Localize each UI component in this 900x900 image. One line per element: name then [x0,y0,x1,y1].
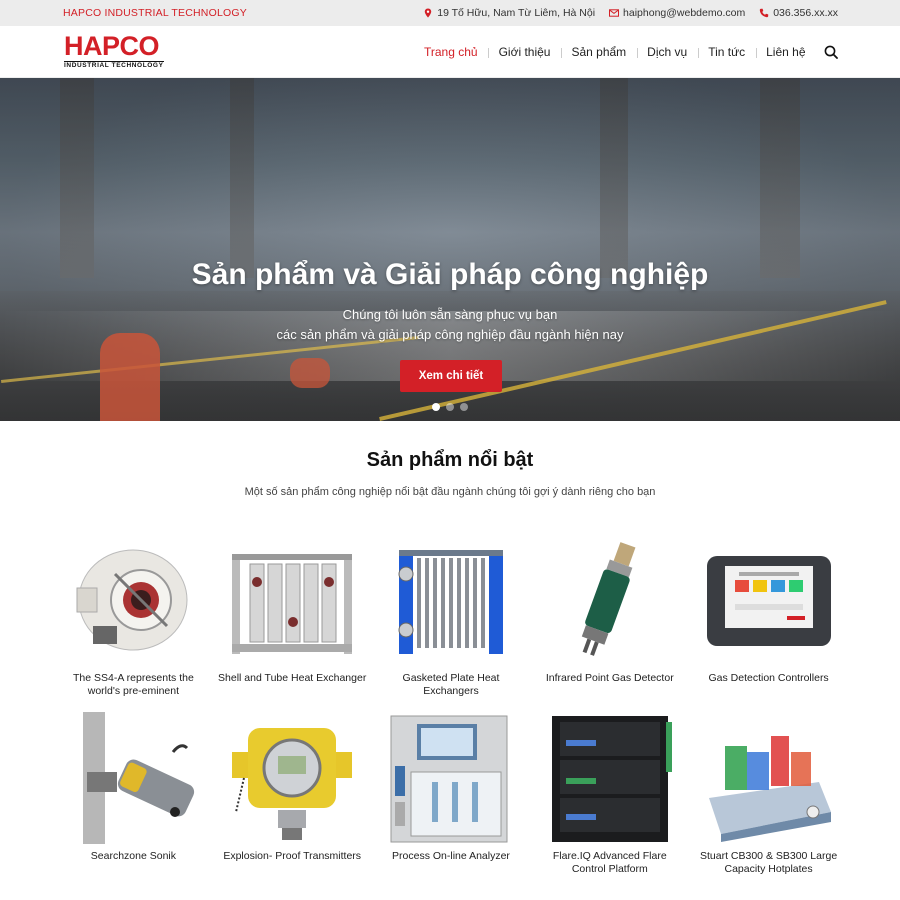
topbar-contacts: 19 Tố Hữu, Nam Từ Liêm, Hà Nội haiphong@… [423,7,838,19]
search-icon[interactable] [824,45,838,59]
product-name[interactable]: Gasketed Plate Heat Exchangers [376,672,526,712]
hero-cta-button[interactable]: Xem chi tiết [400,360,502,392]
hero-banner: Sản phẩm và Giải pháp công nghiệp Chúng … [0,78,900,421]
plate-heat-exchanger-icon [381,534,521,666]
hero-title: Sản phẩm và Giải pháp công nghiệp [191,258,709,291]
address-text: 19 Tố Hữu, Nam Từ Liêm, Hà Nội [437,7,596,19]
product-grid: The SS4-A represents the world's pre-emi… [54,534,848,890]
controller-panel-icon [699,534,839,666]
nav-item-products[interactable]: Sản phẩm [560,45,637,59]
product-name[interactable]: Gas Detection Controllers [694,672,844,712]
product-card[interactable]: Gas Detection Controllers [689,534,848,712]
product-card[interactable]: Process On-line Analyzer [372,712,531,890]
product-name[interactable]: The SS4-A represents the world's pre-emi… [58,672,208,712]
product-name[interactable]: Process On-line Analyzer [376,850,526,890]
gas-detector-icon [540,534,680,666]
main-nav: Trang chủ Giới thiệu Sản phẩm Dịch vụ Ti… [413,45,838,59]
logo-tagline: INDUSTRIAL TECHNOLOGY [64,61,164,70]
product-card[interactable]: The SS4-A represents the world's pre-emi… [54,534,213,712]
hero-subtitle-line2: các sản phẩm và giải pháp công nghiệp đầ… [276,327,624,342]
product-name[interactable]: Infrared Point Gas Detector [535,672,685,712]
nav-item-news[interactable]: Tin tức [697,45,756,59]
product-card[interactable]: Searchzone Sonik [54,712,213,890]
product-card[interactable]: Flare.IQ Advanced Flare Control Platform [530,712,689,890]
product-name[interactable]: Flare.IQ Advanced Flare Control Platform [535,850,685,890]
robot-arm [290,358,330,388]
product-card[interactable]: Shell and Tube Heat Exchanger [213,534,372,712]
email-text[interactable]: haiphong@webdemo.com [623,7,745,19]
topbar-address: 19 Tố Hữu, Nam Từ Liêm, Hà Nội [423,7,595,19]
topbar-email[interactable]: haiphong@webdemo.com [609,7,745,19]
products-section-subtitle: Một số sản phẩm công nghiệp nổi bật đầu … [244,486,656,498]
phone-icon [760,8,769,18]
factory-column [230,78,254,278]
site-logo[interactable]: HAPCO INDUSTRIAL TECHNOLOGY [64,33,164,70]
product-name[interactable]: Stuart CB300 & SB300 Large Capacity Hotp… [694,850,844,890]
transmitter-icon [222,712,362,844]
hero-subtitle-line1: Chúng tôi luôn sẵn sàng phục vụ bạn [342,307,558,322]
nav-item-about[interactable]: Giới thiệu [488,45,561,59]
product-card[interactable]: Infrared Point Gas Detector [530,534,689,712]
products-section-title: Sản phẩm nổi bật [366,449,534,471]
site-header: HAPCO INDUSTRIAL TECHNOLOGY Trang chủ Gi… [0,26,900,78]
robot-arm [100,333,160,421]
factory-column [760,78,800,278]
top-bar: HAPCO INDUSTRIAL TECHNOLOGY 19 Tố Hữu, N… [0,0,900,26]
server-rack-icon [540,712,680,844]
product-name[interactable]: Searchzone Sonik [58,850,208,890]
topbar-brand: HAPCO INDUSTRIAL TECHNOLOGY [63,7,247,19]
logo-wordmark: HAPCO [64,31,160,62]
nav-item-contact[interactable]: Liên hệ [755,45,816,59]
factory-column [600,78,628,278]
topbar-phone[interactable]: 036.356.xx.xx [759,7,838,19]
product-name[interactable]: Explosion- Proof Transmitters [217,850,367,890]
product-name[interactable]: Shell and Tube Heat Exchanger [217,672,367,712]
analyzer-cabinet-icon [381,712,521,844]
heat-exchanger-frame-icon [222,534,362,666]
flame-detector-icon [63,534,203,666]
map-pin-icon [425,8,432,18]
product-card[interactable]: Stuart CB300 & SB300 Large Capacity Hotp… [689,712,848,890]
mail-icon [609,9,620,17]
hotplate-icon [699,712,839,844]
sonic-detector-icon [63,712,203,844]
factory-column [60,78,94,278]
product-card[interactable]: Explosion- Proof Transmitters [213,712,372,890]
nav-item-home[interactable]: Trang chủ [413,45,488,59]
product-card[interactable]: Gasketed Plate Heat Exchangers [372,534,531,712]
phone-text[interactable]: 036.356.xx.xx [773,7,838,19]
nav-item-services[interactable]: Dịch vụ [636,45,698,59]
